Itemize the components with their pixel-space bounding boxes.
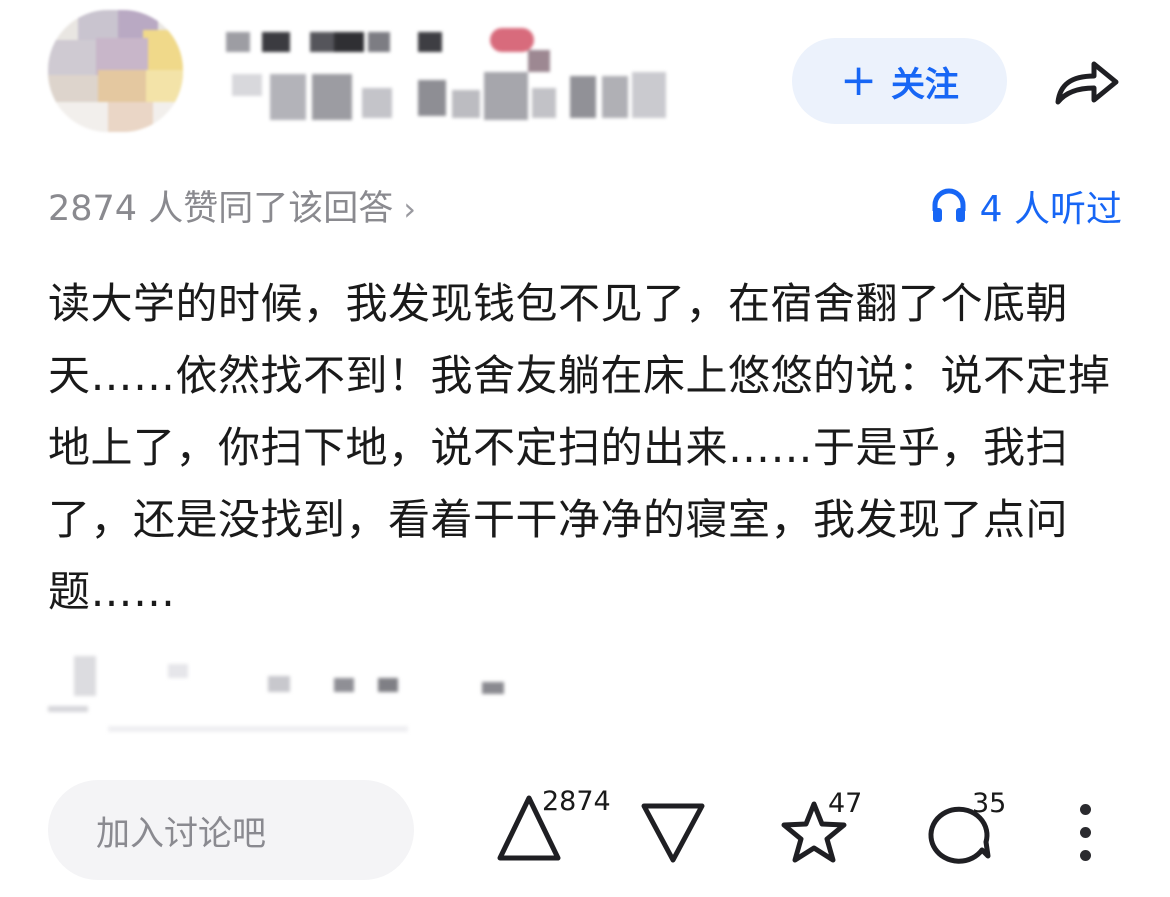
author-name-blurred[interactable]: [222, 28, 682, 128]
favorite-button[interactable]: 47: [778, 788, 878, 870]
answer-meta-row: 2874 人赞同了该回答 › 4 人听过: [48, 176, 1122, 230]
follow-button[interactable]: + 关注: [792, 38, 1007, 124]
listen-count[interactable]: 4 人听过: [930, 180, 1122, 232]
more-options-icon[interactable]: [1074, 800, 1098, 866]
upvote-button[interactable]: 2874: [494, 786, 624, 868]
comment-button[interactable]: 35: [924, 788, 1024, 870]
favorite-count: 47: [828, 788, 863, 819]
downvote-button[interactable]: [638, 798, 708, 868]
upvote-count: 2874: [542, 786, 611, 817]
blurred-content-line: [48, 656, 568, 736]
listen-label: 4 人听过: [979, 189, 1122, 230]
share-arrow-icon[interactable]: [1052, 56, 1122, 110]
likes-summary-link[interactable]: 2874 人赞同了该回答 ›: [48, 180, 416, 231]
comment-input[interactable]: 加入讨论吧: [48, 780, 414, 880]
author-avatar[interactable]: [48, 10, 183, 132]
follow-label: 关注: [890, 64, 959, 105]
comment-count: 35: [972, 788, 1007, 819]
headphones-icon: [932, 188, 966, 222]
downvote-triangle-icon: [641, 803, 705, 863]
likes-summary-text: 2874 人赞同了该回答: [48, 189, 394, 229]
answer-body-text[interactable]: 读大学的时候，我发现钱包不见了，在宿舍翻了个底朝天……依然找不到！我舍友躺在床上…: [48, 268, 1128, 628]
answer-header: + 关注: [0, 0, 1170, 160]
plus-icon: +: [840, 55, 877, 106]
chevron-right-icon: ›: [403, 190, 416, 228]
